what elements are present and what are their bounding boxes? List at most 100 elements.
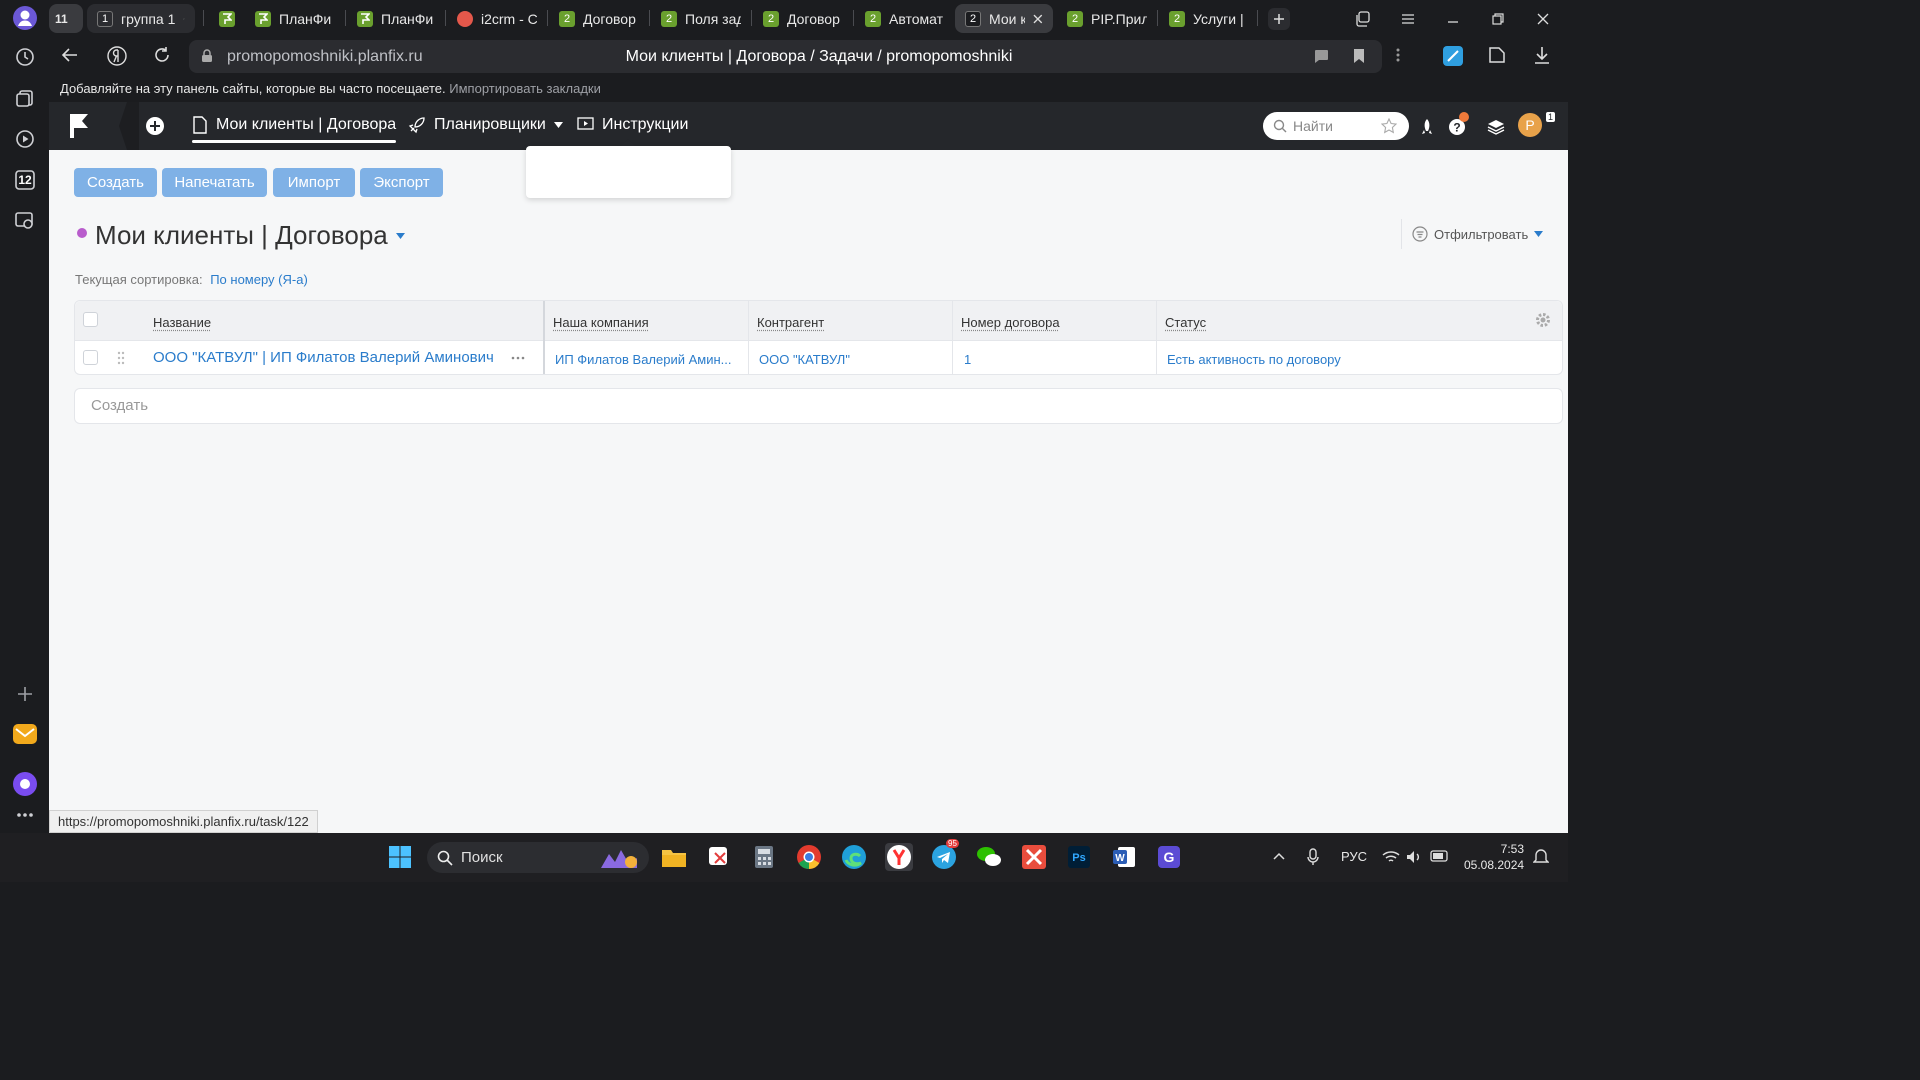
column-header-name[interactable]: Название <box>153 315 211 330</box>
tab-planfix-1[interactable]: ПланФи <box>245 4 343 33</box>
extension-button[interactable] <box>1442 45 1466 69</box>
calculator-button[interactable] <box>750 843 778 871</box>
telegram-button[interactable]: 95 <box>930 839 959 871</box>
language-indicator[interactable]: РУС <box>1341 849 1367 864</box>
create-button[interactable]: Создать <box>74 168 157 197</box>
quick-create-row[interactable]: Создать <box>74 388 1563 424</box>
help-button[interactable]: ? <box>1446 112 1469 138</box>
wechat-button[interactable] <box>975 843 1003 871</box>
chat-icon[interactable] <box>1313 49 1329 64</box>
table-settings-button[interactable] <box>1534 311 1554 331</box>
reading-list-button[interactable] <box>1487 45 1511 69</box>
tabs-overview-button[interactable] <box>1352 8 1374 30</box>
microphone-icon[interactable] <box>1307 848 1319 866</box>
app-g-button[interactable]: G <box>1155 843 1183 871</box>
drag-handle-icon[interactable] <box>117 351 125 365</box>
row-name-link[interactable]: ООО "КАТВУЛ" | ИП Филатов Валерий Аминов… <box>153 349 493 366</box>
select-all-checkbox[interactable] <box>83 312 98 327</box>
column-header-counterparty[interactable]: Контрагент <box>757 315 824 330</box>
photoshop-button[interactable]: Ps <box>1065 843 1093 871</box>
import-bookmarks-link[interactable]: Импортировать закладки <box>449 81 601 96</box>
tab-contract-2[interactable]: 2 Договор <box>753 4 853 33</box>
tab-i2crm[interactable]: i2crm - C <box>447 4 547 33</box>
add-button[interactable] <box>145 116 165 136</box>
tab-pip[interactable]: 2 PIP.Прил <box>1057 4 1157 33</box>
windows-taskbar: Поиск 95 Ps W G РУС 7:53 05.08.2024 <box>0 833 1568 882</box>
mail-icon[interactable] <box>10 719 40 749</box>
tab-group-counter[interactable]: 11 <box>49 4 83 33</box>
yandex-button[interactable] <box>106 45 130 69</box>
row-contract-number[interactable]: 1 <box>964 352 971 367</box>
row-status-link[interactable]: Есть активность по договору <box>1167 352 1341 367</box>
tab-group[interactable]: 1 группа 1 <box>87 4 195 33</box>
word-button[interactable]: W <box>1110 843 1138 871</box>
xmind-button[interactable] <box>1020 843 1048 871</box>
start-button[interactable] <box>386 843 414 871</box>
back-button[interactable] <box>61 46 85 70</box>
nav-my-clients[interactable]: Мои клиенты | Договора <box>192 116 397 143</box>
battery-icon[interactable] <box>1430 850 1450 862</box>
omnibox[interactable]: promopomoshniki.planfix.ru Мои клиенты |… <box>189 40 1382 73</box>
minimize-button[interactable] <box>1442 8 1464 30</box>
downloads-button[interactable] <box>1533 45 1557 69</box>
search-input[interactable]: Найти <box>1263 112 1409 140</box>
sort-value-link[interactable]: По номеру (Я-а) <box>210 272 308 287</box>
alice-icon[interactable] <box>10 769 40 799</box>
collections-icon[interactable] <box>10 83 40 113</box>
close-window-button[interactable] <box>1532 8 1554 30</box>
nav-planners[interactable]: Планировщики <box>408 116 563 134</box>
row-counterparty-link[interactable]: ООО "КАТВУЛ" <box>759 352 850 367</box>
layers-button[interactable] <box>1485 116 1507 138</box>
snipping-tool-button[interactable] <box>705 843 733 871</box>
screenshot-icon[interactable] <box>10 206 40 236</box>
column-header-contract-number[interactable]: Номер договора <box>961 315 1060 330</box>
search-icon <box>1273 119 1287 133</box>
profile-icon[interactable] <box>10 3 40 33</box>
filter-button[interactable]: Отфильтровать <box>1401 219 1568 249</box>
more-icon[interactable] <box>10 800 40 830</box>
chrome-button[interactable] <box>795 843 823 871</box>
avatar[interactable]: P <box>1518 113 1542 137</box>
notifications-icon[interactable] <box>1533 848 1549 866</box>
column-header-our-company[interactable]: Наша компания <box>553 315 649 330</box>
row-our-company-link[interactable]: ИП Филатов Валерий Амин... <box>555 352 732 367</box>
yandex-browser-button[interactable] <box>885 843 913 871</box>
row-actions-button[interactable] <box>495 343 541 373</box>
page-title[interactable]: Мои клиенты | Договора <box>95 220 405 251</box>
export-button[interactable]: Экспорт <box>360 168 443 197</box>
column-header-status[interactable]: Статус <box>1165 315 1206 330</box>
calendar-icon[interactable]: 12 <box>10 165 40 195</box>
bookmark-icon[interactable] <box>1353 48 1365 64</box>
row-checkbox[interactable] <box>83 350 98 365</box>
tab-services[interactable]: 2 Услуги | <box>1159 4 1255 33</box>
history-icon[interactable] <box>10 42 40 72</box>
chevron-up-icon[interactable] <box>1273 852 1285 860</box>
close-tab-icon[interactable] <box>1033 14 1043 24</box>
planners-header-button[interactable] <box>1416 116 1438 138</box>
video-icon[interactable] <box>10 124 40 154</box>
star-icon[interactable] <box>1381 118 1397 134</box>
import-button[interactable]: Импорт <box>273 168 355 197</box>
tab-planfix-pinned[interactable] <box>209 4 245 33</box>
page-title-in-omnibox: Мои клиенты | Договора / Задачи / promop… <box>625 48 1013 65</box>
more-options-button[interactable] <box>1395 47 1415 67</box>
wifi-icon[interactable] <box>1382 850 1400 864</box>
edge-button[interactable] <box>840 843 868 871</box>
tab-contract-1[interactable]: 2 Договор <box>549 4 649 33</box>
add-panel-icon[interactable] <box>10 679 40 709</box>
tab-task-fields[interactable]: 2 Поля зад <box>651 4 751 33</box>
tab-planfix-2[interactable]: ПланФи <box>347 4 443 33</box>
tab-my-clients-active[interactable]: 2 Мои к <box>955 4 1053 33</box>
planfix-logo[interactable] <box>67 112 95 140</box>
restore-button[interactable] <box>1487 8 1509 30</box>
reload-button[interactable] <box>153 46 177 70</box>
menu-button[interactable] <box>1397 8 1419 30</box>
taskbar-search[interactable]: Поиск <box>427 842 649 873</box>
nav-instructions[interactable]: Инструкции <box>577 116 688 134</box>
new-tab-button[interactable] <box>1268 8 1290 30</box>
file-explorer-button[interactable] <box>660 843 688 871</box>
print-button[interactable]: Напечатать <box>162 168 267 197</box>
clock[interactable]: 7:53 05.08.2024 <box>1464 841 1524 873</box>
tab-automation[interactable]: 2 Автомат <box>855 4 955 33</box>
volume-icon[interactable] <box>1406 850 1422 864</box>
